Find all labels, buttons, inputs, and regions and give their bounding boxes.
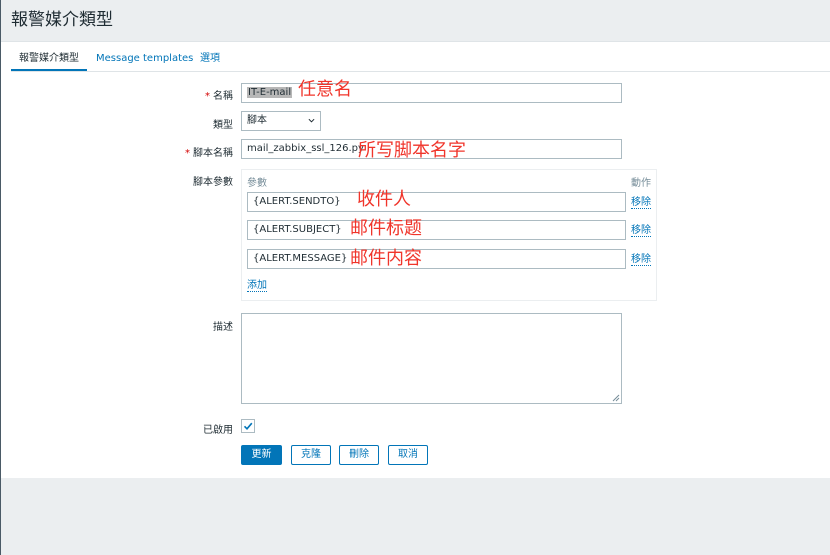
checkmark-icon [243,422,253,430]
tab-media-type[interactable]: 報警媒介類型 [11,46,87,71]
script-name-label: * 腳本名稱 [185,148,233,159]
type-select[interactable]: 腳本 [241,111,321,131]
chevron-down-icon [308,118,315,123]
type-label: 類型 [213,120,233,131]
description-textarea[interactable] [241,313,622,404]
remove-param-3-link[interactable]: 移除 [631,254,651,266]
tab-divider [11,71,830,72]
name-annotation: 任意名 [298,79,352,100]
required-marker: * [185,148,190,159]
enabled-label: 已啟用 [203,425,233,436]
script-name-annotation: 所写脚本名字 [358,140,466,161]
param-2-annotation: 邮件标题 [350,218,422,239]
script-params-label: 腳本參數 [193,177,233,188]
page-title: 報警媒介類型 [11,10,113,30]
required-marker: * [205,91,210,102]
clone-button[interactable]: 克隆 [291,445,331,465]
param-input-3[interactable]: {ALERT.MESSAGE} [247,249,626,269]
resize-handle-icon[interactable] [612,394,620,402]
param-input-2[interactable]: {ALERT.SUBJECT} [247,220,626,240]
add-param-link[interactable]: 添加 [247,280,267,292]
form-panel: 報警媒介類型 Message templates 選項 * 名稱 IT-E-mai… [1,41,830,478]
enabled-checkbox[interactable] [241,419,255,433]
tab-message-templates[interactable]: Message templates [96,46,193,71]
remove-param-2-link[interactable]: 移除 [631,225,651,237]
tab-options[interactable]: 選項 [200,46,220,71]
cancel-button[interactable]: 取消 [388,445,428,465]
param-input-1[interactable]: {ALERT.SENDTO} [247,192,626,212]
name-label: * 名稱 [205,91,233,102]
actions-column-header: 動作 [631,178,651,189]
param-1-annotation: 收件人 [357,189,411,210]
remove-param-1-link[interactable]: 移除 [631,197,651,209]
params-column-header: 參數 [247,178,267,189]
param-3-annotation: 邮件内容 [350,248,422,269]
update-button[interactable]: 更新 [241,445,282,465]
description-label: 描述 [213,322,233,333]
delete-button[interactable]: 刪除 [339,445,379,465]
